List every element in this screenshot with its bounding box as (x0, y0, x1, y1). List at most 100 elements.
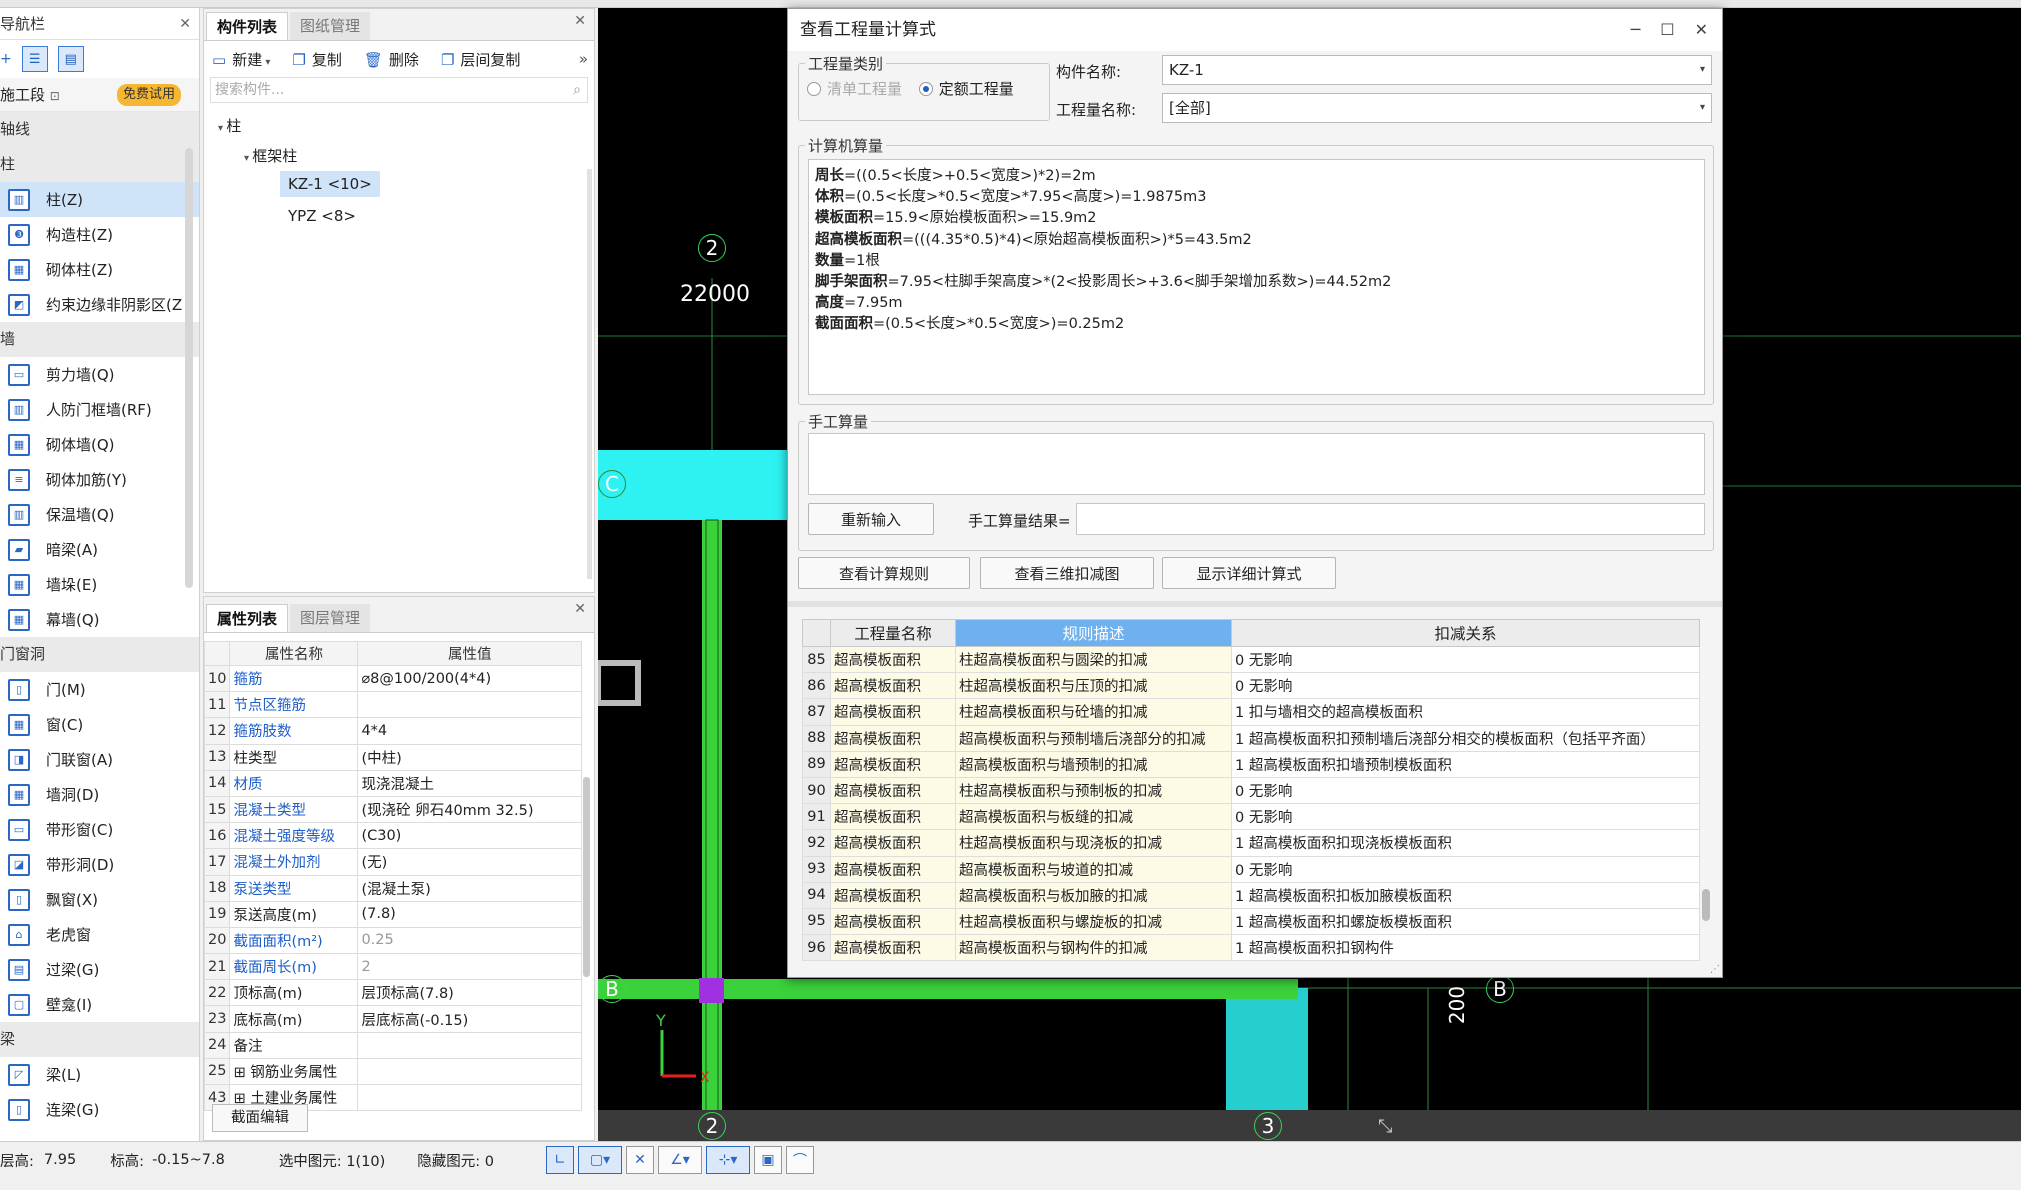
prop-value[interactable]: (C30) (357, 822, 582, 850)
prop-row[interactable]: 24 备注 (203, 1031, 582, 1059)
nav-item[interactable]: ◨ 门联窗(A) (0, 742, 199, 777)
nav-item[interactable]: ◸ 梁(L) (0, 1057, 199, 1092)
nav-item[interactable]: ▥ 人防门框墙(RF) (0, 392, 199, 427)
nav-scrollbar[interactable] (185, 148, 193, 588)
rule-row[interactable]: 85 超高模板面积 柱超高模板面积与圆梁的扣减 0 无影响 (802, 645, 1700, 674)
expand-icon[interactable]: ▾ (218, 123, 226, 134)
delete-button[interactable]: 🗑 删除 (364, 49, 419, 70)
prop-row[interactable]: 11 节点区箍筋 (203, 691, 582, 719)
nav-item[interactable]: ▯ 飘窗(X) (0, 882, 199, 917)
reinput-button[interactable]: 重新输入 (808, 503, 934, 535)
nav-item[interactable]: ▯ 门(M) (0, 672, 199, 707)
manual-result-field[interactable] (1076, 503, 1705, 535)
radio-list-quantity[interactable]: 清单工程量 (807, 78, 902, 99)
nav-item[interactable]: ◪ 带形洞(D) (0, 847, 199, 882)
shrink-icon[interactable]: ⤡ (1378, 1116, 1392, 1137)
view-rules-button[interactable]: 查看计算规则 (798, 557, 970, 589)
nav-item[interactable]: ▢ 壁龛(I) (0, 987, 199, 1022)
expand-icon[interactable]: ▾ (244, 153, 252, 164)
nav-cat-beam[interactable]: 梁 (0, 1022, 199, 1057)
col-rule-desc[interactable]: 规则描述 (955, 619, 1232, 647)
close-icon[interactable]: ✕ (1695, 9, 1708, 51)
tab-layer-manage[interactable]: 图层管理 (290, 604, 371, 632)
close-icon[interactable]: ✕ (574, 13, 586, 29)
segment-row[interactable]: 施工段 ⊡ 免费试用 (0, 78, 199, 112)
nav-cat-wall[interactable]: 墙 (0, 322, 199, 357)
prop-value[interactable]: (7.8) (357, 900, 582, 928)
nav-item[interactable]: ▦ 墙垛(E) (0, 567, 199, 602)
prop-value[interactable]: 2 (357, 953, 582, 981)
nav-cat-column[interactable]: 柱 (0, 147, 199, 182)
axis-marker-3[interactable]: 3 (1254, 1112, 1282, 1140)
axis-marker-2-bottom[interactable]: 2 (698, 1112, 726, 1140)
prop-value[interactable]: (中柱) (357, 743, 582, 771)
prop-value[interactable] (357, 691, 582, 719)
rule-row[interactable]: 95 超高模板面积 柱超高模板面积与螺旋板的扣减 1 超高模板面积扣螺旋板模板面积 (802, 907, 1700, 936)
prop-value[interactable]: (混凝土泵) (357, 874, 582, 902)
prop-value[interactable]: (无) (357, 848, 582, 876)
prop-row[interactable]: 18 泵送类型 (混凝土泵) (203, 874, 582, 902)
minimize-icon[interactable]: ─ (1631, 9, 1641, 51)
nav-item[interactable]: ▭ 剪力墙(Q) (0, 357, 199, 392)
component-name-select[interactable]: KZ-1 ▾ (1162, 55, 1712, 85)
show-detail-formula-button[interactable]: 显示详细计算式 (1162, 557, 1336, 589)
prop-row[interactable]: 25 ⊞ 钢筋业务属性 (203, 1057, 582, 1086)
close-icon[interactable]: ✕ (574, 601, 586, 617)
rule-row[interactable]: 87 超高模板面积 柱超高模板面积与砼墙的扣减 1 扣与墙相交的超高模板面积 (802, 698, 1700, 726)
prop-value[interactable]: 0.25 (357, 926, 582, 955)
rule-row[interactable]: 93 超高模板面积 超高模板面积与坡道的扣减 0 无影响 (802, 855, 1700, 883)
prop-row[interactable]: 16 混凝土强度等级 (C30) (203, 822, 582, 850)
dimension-icon[interactable]: ⊹▾ (706, 1146, 751, 1174)
ortho-icon[interactable]: ∟ (546, 1146, 575, 1174)
nav-item[interactable]: ▦ 砌体墙(Q) (0, 427, 199, 462)
component-search-input[interactable]: 搜索构件... ⌕ (210, 77, 588, 103)
prop-value[interactable] (357, 1057, 582, 1086)
prop-scrollbar[interactable] (583, 777, 590, 977)
rule-row[interactable]: 88 超高模板面积 超高模板面积与预制墙后浇部分的扣减 1 超高模板面积扣预制墙后浇部… (802, 724, 1700, 752)
nav-item[interactable]: ▯ 连梁(G) (0, 1092, 199, 1127)
prop-value[interactable]: 现浇混凝土 (357, 769, 582, 797)
prop-row[interactable]: 19 泵送高度(m) (7.8) (203, 900, 582, 928)
prop-value[interactable]: ⌀8@100/200(4*4) (357, 664, 582, 693)
comp-scrollbar[interactable] (587, 169, 592, 579)
tab-property-list[interactable]: 属性列表 (206, 604, 289, 632)
col-quantity-name[interactable]: 工程量名称 (830, 619, 956, 647)
chevron-down-icon[interactable]: ▾ (262, 57, 270, 68)
radio-quota-quantity[interactable]: 定额工程量 (918, 78, 1014, 99)
axis-marker-b[interactable]: B (598, 975, 626, 1003)
nav-item[interactable]: ▥ 柱(Z) (0, 182, 199, 217)
nav-item[interactable]: ⌂ 老虎窗 (0, 917, 199, 952)
copy-button[interactable]: ❐ 复制 (292, 49, 341, 70)
nav-item[interactable]: ❸ 构造柱(Z) (0, 217, 199, 252)
tree-node-frame-column[interactable]: ▾ 框架柱 (244, 145, 297, 166)
tree-node-kz1[interactable]: KZ-1 <10> (280, 171, 380, 197)
prop-value[interactable]: (现浇砼 卵石40mm 32.5) (357, 795, 582, 824)
prop-row[interactable]: 22 顶标高(m) 层顶标高(7.8) (203, 979, 582, 1007)
rule-row[interactable]: 92 超高模板面积 柱超高模板面积与现浇板的扣减 1 超高模板面积扣现浇板模板面积 (802, 829, 1700, 857)
free-trial-badge[interactable]: 免费试用 (116, 84, 181, 106)
prop-value[interactable]: 层底标高(-0.15) (357, 1005, 582, 1033)
prop-row[interactable]: 20 截面面积(m²) 0.25 (203, 926, 582, 955)
add-icon[interactable]: + (0, 51, 12, 67)
axis-marker-c[interactable]: C (598, 470, 626, 498)
rule-row[interactable]: 91 超高模板面积 超高模板面积与板缝的扣减 0 无影响 (802, 803, 1700, 831)
detail-view-icon[interactable]: ▤ (57, 46, 84, 72)
prop-value[interactable] (357, 1083, 582, 1112)
nav-item[interactable]: ▦ 窗(C) (0, 707, 199, 742)
nav-cat-axis[interactable]: 轴线 (0, 112, 199, 147)
snap-box-icon[interactable]: ▢▾ (578, 1146, 623, 1174)
gray-element[interactable] (598, 660, 641, 706)
nav-item[interactable]: ▰ 暗梁(A) (0, 532, 199, 567)
tree-node-column[interactable]: ▾ 柱 (218, 115, 241, 136)
rule-row[interactable]: 90 超高模板面积 柱超高模板面积与预制板的扣减 0 无影响 (802, 776, 1700, 805)
view-3d-deduction-button[interactable]: 查看三维扣减图 (980, 557, 1154, 589)
nav-item[interactable]: ▦ 砌体柱(Z) (0, 252, 199, 287)
rule-row[interactable]: 96 超高模板面积 超高模板面积与钢构件的扣减 1 超高模板面积扣钢构件 (802, 934, 1700, 962)
cyan-beam[interactable] (598, 450, 798, 520)
tab-component-list[interactable]: 构件列表 (206, 12, 289, 40)
prop-row[interactable]: 21 截面周长(m) 2 (203, 953, 582, 981)
prop-row[interactable]: 15 混凝土类型 (现浇砼 卵石40mm 32.5) (203, 795, 582, 824)
nav-item[interactable]: ▦ 幕墙(Q) (0, 602, 199, 637)
prop-row[interactable]: 13 柱类型 (中柱) (203, 743, 582, 771)
axis-marker-b-right[interactable]: B (1486, 975, 1514, 1003)
